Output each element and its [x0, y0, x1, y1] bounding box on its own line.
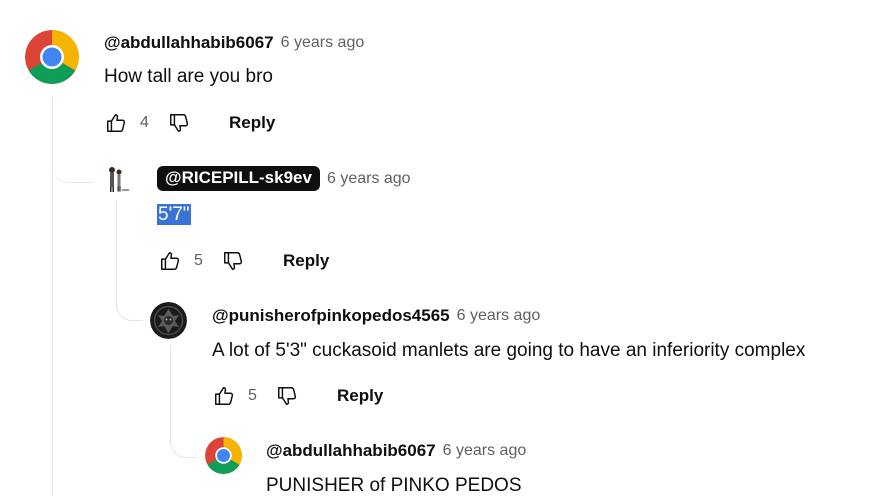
reply-button[interactable]: Reply [283, 251, 329, 271]
thumbs-up-icon[interactable] [104, 111, 128, 135]
thumbs-down-icon[interactable] [221, 249, 245, 273]
comment-time[interactable]: 6 years ago [327, 170, 411, 188]
comment-time[interactable]: 6 years ago [457, 307, 541, 325]
thumbs-up-icon[interactable] [212, 384, 236, 408]
comment-time[interactable]: 6 years ago [281, 34, 365, 52]
like-count: 5 [194, 252, 203, 269]
author-name[interactable]: @punisherofpinkopedos4565 [212, 306, 450, 326]
thumbs-down-icon[interactable] [275, 384, 299, 408]
author-name[interactable]: @RICEPILL-sk9ev [157, 166, 320, 191]
comments-thread: @abdullahhabib6067 6 years ago How tall … [0, 0, 881, 496]
dark-emblem-avatar[interactable] [150, 302, 187, 339]
comment-time[interactable]: 6 years ago [443, 442, 527, 460]
comment-actions: 5 Reply [158, 247, 329, 275]
reply-button[interactable]: Reply [229, 113, 275, 133]
comment-text: A lot of 5'3" cuckasoid manlets are goin… [212, 340, 806, 361]
like-count: 5 [248, 387, 257, 404]
thumbs-up-icon[interactable] [158, 249, 182, 273]
comment-actions: 4 Reply [104, 109, 275, 137]
comment-text: PUNISHER of PINKO PEDOS [266, 475, 522, 496]
thread-elbow [52, 150, 94, 183]
selected-text: 5'7" [157, 204, 191, 225]
author-name[interactable]: @abdullahhabib6067 [104, 33, 274, 53]
chrome-logo-avatar[interactable] [205, 437, 242, 474]
comment-text: 5'7" [157, 204, 191, 226]
reply-button[interactable]: Reply [337, 386, 383, 406]
figures-avatar[interactable] [101, 165, 131, 195]
comment-header: @abdullahhabib6067 6 years ago [266, 441, 526, 461]
comment-actions: 5 Reply [212, 382, 383, 410]
comment-header: @RICEPILL-sk9ev 6 years ago [157, 166, 411, 191]
chrome-logo-avatar[interactable] [25, 30, 79, 84]
comment-header: @abdullahhabib6067 6 years ago [104, 33, 364, 53]
thread-elbow [170, 425, 197, 458]
like-count: 4 [140, 114, 149, 131]
comment-text: How tall are you bro [104, 66, 273, 87]
thumbs-down-icon[interactable] [167, 111, 191, 135]
thread-elbow [116, 288, 143, 321]
comment-header: @punisherofpinkopedos4565 6 years ago [212, 306, 540, 326]
author-name[interactable]: @abdullahhabib6067 [266, 441, 436, 461]
